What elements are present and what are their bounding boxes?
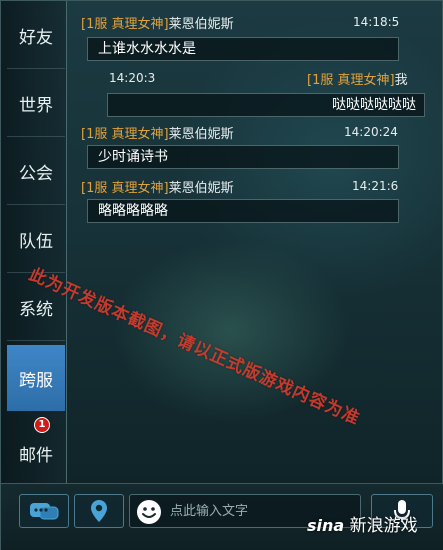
sender-name[interactable]: 莱恩伯妮斯 — [169, 127, 234, 142]
sender-title[interactable]: 真理女神] — [111, 181, 168, 196]
message-bubble: 哒哒哒哒哒哒 — [107, 93, 425, 117]
tab-cross-server[interactable]: 跨服 — [7, 345, 65, 411]
channel-tag: [1服 — [81, 17, 108, 32]
tab-label: 队伍 — [19, 232, 53, 252]
chat-bubbles-icon — [30, 503, 59, 520]
message-text: 上谁水水水水是 — [98, 41, 196, 57]
tab-label: 世界 — [19, 96, 53, 116]
tab-world[interactable]: 世界 — [7, 71, 65, 137]
tab-label: 好友 — [19, 28, 53, 48]
sender-title[interactable]: 真理女神] — [111, 127, 168, 142]
sender-name[interactable]: 莱恩伯妮斯 — [169, 17, 234, 32]
sina-games-logo: sina 新浪游戏 — [307, 511, 418, 536]
tab-friends[interactable]: 好友 — [7, 3, 65, 69]
location-button[interactable] — [74, 494, 124, 528]
channel-sidebar: 好友 世界 公会 队伍 系统 跨服 1 邮件 — [1, 1, 67, 483]
channel-tag: [1服 — [81, 127, 108, 142]
emote-chat-button[interactable] — [19, 494, 69, 528]
chat-window: 好友 世界 公会 队伍 系统 跨服 1 邮件 [1服 真理女神]莱恩伯妮斯 14… — [0, 0, 443, 550]
sender-title[interactable]: 真理女神] — [337, 73, 394, 88]
smiley-icon[interactable] — [136, 499, 162, 525]
message-time: 14:18:5 — [353, 15, 400, 29]
tab-label: 邮件 — [19, 445, 53, 466]
message-time: 14:21:6 — [352, 179, 399, 193]
channel-tag: [1服 — [81, 181, 108, 196]
message-header: [1服 真理女神]莱恩伯妮斯 — [81, 123, 234, 142]
sender-name[interactable]: 我 — [395, 73, 408, 88]
message-time: 14:20:24 — [344, 125, 398, 139]
dev-watermark: 此为开发版本截图，请以正式版游戏内容为准 — [25, 264, 363, 430]
tab-label: 跨服 — [19, 370, 53, 391]
channel-tag: [1服 — [307, 73, 334, 88]
tab-label: 公会 — [19, 164, 53, 184]
message-text: 少时诵诗书 — [98, 149, 168, 165]
message-header: [1服 真理女神]莱恩伯妮斯 — [81, 177, 234, 196]
message-time: 14:20:3 — [109, 71, 156, 85]
location-pin-icon — [91, 500, 107, 522]
tab-mail[interactable]: 1 邮件 — [7, 413, 65, 479]
sender-name[interactable]: 莱恩伯妮斯 — [169, 181, 234, 196]
message-bubble: 上谁水水水水是 — [87, 37, 399, 61]
unread-badge: 1 — [34, 417, 50, 433]
message-header: [1服 真理女神]我 — [307, 69, 408, 88]
message-text: 略略略略略 — [98, 203, 168, 219]
message-text: 哒哒哒哒哒哒 — [332, 97, 416, 113]
message-header: [1服 真理女神]莱恩伯妮斯 — [81, 13, 234, 32]
sina-games-text: 新浪游戏 — [349, 516, 418, 536]
message-bubble: 少时诵诗书 — [87, 145, 399, 169]
tab-guild[interactable]: 公会 — [7, 139, 65, 205]
sender-title[interactable]: 真理女神] — [111, 17, 168, 32]
message-bubble: 略略略略略 — [87, 199, 399, 223]
sina-wordmark: sina — [307, 516, 345, 535]
tab-label: 系统 — [19, 300, 53, 320]
